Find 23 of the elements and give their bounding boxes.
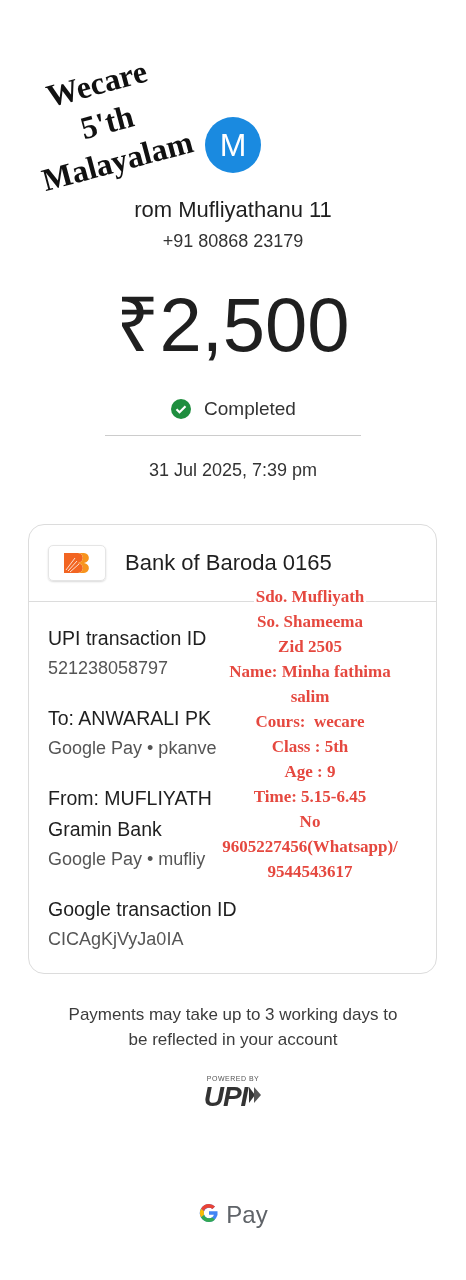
check-circle-icon (170, 398, 193, 420)
detail-label: To: ANWARALI PK (48, 706, 211, 731)
transaction-date: 31 Jul 2025, 7:39 pm (148, 459, 318, 482)
detail-value: Google Pay • pkanve (48, 737, 217, 760)
detail-value: 521238058797 (48, 657, 169, 680)
google-g-icon (198, 1202, 221, 1224)
chevron-arrows-icon (248, 1085, 263, 1105)
overlay-caption-line: 5'th (76, 97, 138, 147)
detail-label: Google transaction ID (48, 897, 237, 922)
avatar: M (205, 117, 261, 173)
phone-number: +91 80868 23179 (162, 230, 304, 253)
detail-label: UPI transaction ID (48, 626, 207, 651)
payer-name: rom Mufliyathanu 11 (134, 196, 332, 224)
status-label: Completed (204, 398, 296, 420)
payment-notice: Payments may take up to 3 working days to be reflected in your account (67, 1004, 399, 1051)
detail-label: From: MUFLIYATH (48, 786, 212, 811)
brand-name: Pay (226, 1201, 268, 1229)
amount: ₹2,500 (116, 283, 350, 367)
detail-value: CICAgKjVyJa0IA (48, 928, 184, 951)
bank-account-name: Bank of Baroda 0165 (125, 550, 332, 576)
upi-logo-text: UPI (203, 1083, 248, 1111)
detail-value: Google Pay • mufliy (48, 848, 206, 871)
detail-label: Gramin Bank (48, 817, 162, 842)
